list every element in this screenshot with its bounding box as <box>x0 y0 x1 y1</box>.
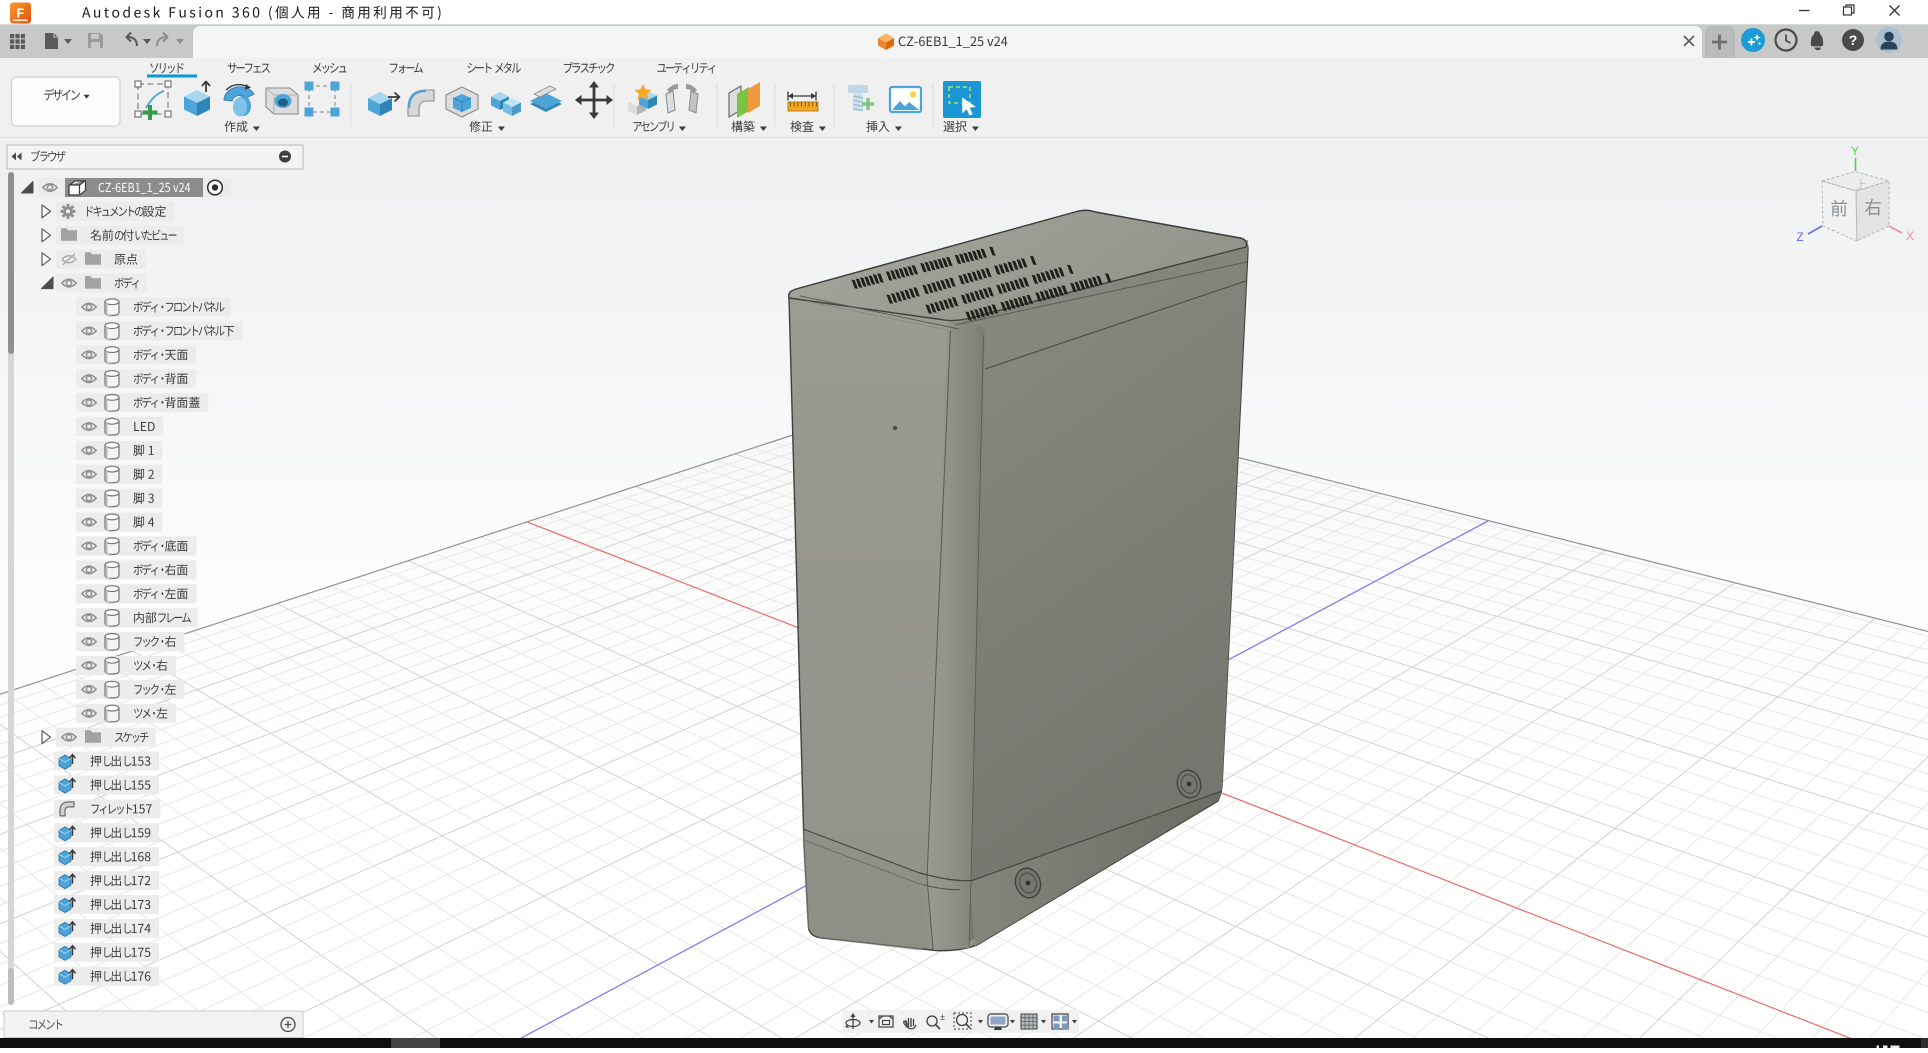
svg-text:?: ? <box>1849 32 1858 48</box>
svg-text:Y: Y <box>1851 144 1859 158</box>
svg-text:F: F <box>17 6 25 21</box>
svg-text:±: ± <box>940 1012 945 1022</box>
svg-text:X: X <box>1906 229 1914 243</box>
svg-text:Z: Z <box>1796 230 1803 244</box>
